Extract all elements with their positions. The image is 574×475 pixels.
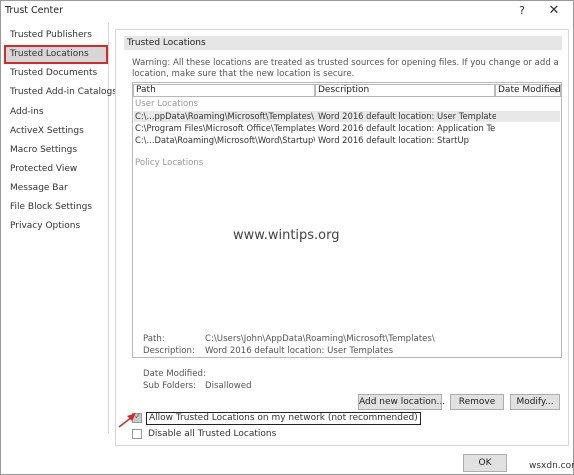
column-header-description[interactable]: Description: [315, 84, 495, 97]
column-header-path-label: Path: [136, 85, 156, 95]
column-header-path[interactable]: Path: [133, 84, 315, 97]
locations-table: Path Description Date Modified ▾ User Lo…: [132, 82, 562, 358]
warning-text: Warning: All these locations are treated…: [132, 58, 559, 79]
chevron-down-icon: ▾: [553, 86, 558, 95]
help-button[interactable]: ?: [514, 3, 530, 19]
site-watermark: wsxdn.com: [529, 461, 574, 471]
sidebar-item-add-ins[interactable]: Add-ins: [4, 103, 108, 122]
window-title: Trust Center: [5, 5, 64, 16]
detail-path-label: Path:: [143, 334, 165, 344]
sidebar-item-trusted-locations[interactable]: Trusted Locations: [4, 45, 108, 64]
sidebar-item-activex-settings[interactable]: ActiveX Settings: [4, 122, 108, 141]
column-header-description-label: Description: [318, 85, 370, 95]
detail-path-value: C:\Users\John\AppData\Roaming\Microsoft\…: [205, 334, 435, 344]
detail-description-value: Word 2016 default location: User Templat…: [205, 346, 394, 356]
row-path: C:\...ppData\Roaming\Microsoft\Templates…: [135, 111, 314, 121]
remove-button[interactable]: Remove: [450, 394, 504, 410]
sidebar-nav: Trusted Publishers Trusted Locations Tru…: [1, 23, 117, 433]
sidebar-item-trusted-documents[interactable]: Trusted Documents: [4, 64, 108, 83]
allow-network-option[interactable]: Allow Trusted Locations on my network (n…: [132, 411, 421, 425]
ok-button[interactable]: OK: [463, 454, 507, 472]
trust-center-window: Trust Center ? ✕ Trusted Publishers Trus…: [0, 0, 574, 475]
detail-subfolders-value: Disallowed: [205, 381, 252, 391]
column-header-date-label: Date Modified: [498, 85, 561, 95]
table-row[interactable]: C:\Program Files\Microsoft Office\Templa…: [134, 123, 560, 134]
column-header-date-modified[interactable]: Date Modified ▾: [495, 84, 561, 97]
modify-button[interactable]: Modify...: [510, 394, 560, 410]
trusted-locations-panel: Trusted Locations Warning: All these loc…: [115, 29, 569, 446]
detail-date-label: Date Modified:: [143, 369, 206, 379]
red-arrow-icon: [118, 413, 136, 428]
sidebar-item-protected-view[interactable]: Protected View: [4, 160, 108, 179]
table-row[interactable]: C:\...ppData\Roaming\Microsoft\Templates…: [134, 111, 560, 122]
watermark-text: www.wintips.org: [233, 228, 340, 243]
row-description: Word 2016 default location: User Templat…: [318, 111, 496, 121]
sidebar-item-privacy-options[interactable]: Privacy Options: [4, 217, 108, 236]
disable-all-checkbox[interactable]: [132, 429, 142, 439]
row-description: Word 2016 default location: StartUp: [318, 135, 469, 145]
detail-subfolders-label: Sub Folders:: [143, 381, 197, 391]
group-label-user-locations: User Locations: [135, 99, 199, 109]
add-new-location-button[interactable]: Add new location...: [358, 394, 445, 410]
allow-network-label[interactable]: Allow Trusted Locations on my network (n…: [146, 412, 421, 425]
sidebar-item-file-block-settings[interactable]: File Block Settings: [4, 198, 108, 217]
title-bar: Trust Center ? ✕: [1, 1, 573, 21]
table-row[interactable]: C:\...Data\Roaming\Microsoft\Word\Startu…: [134, 135, 560, 146]
detail-description-label: Description:: [143, 346, 195, 356]
row-description: Word 2016 default location: Application …: [318, 123, 496, 133]
sidebar-item-macro-settings[interactable]: Macro Settings: [4, 141, 108, 160]
sidebar-item-trusted-publishers[interactable]: Trusted Publishers: [4, 26, 108, 45]
sidebar-item-message-bar[interactable]: Message Bar: [4, 179, 108, 198]
group-label-policy-locations: Policy Locations: [135, 158, 204, 168]
disable-all-label[interactable]: Disable all Trusted Locations: [146, 428, 278, 441]
close-icon[interactable]: ✕: [544, 2, 564, 20]
row-path: C:\...Data\Roaming\Microsoft\Word\Startu…: [135, 135, 315, 145]
row-path: C:\Program Files\Microsoft Office\Templa…: [135, 123, 315, 133]
section-title: Trusted Locations: [124, 36, 562, 50]
disable-all-option[interactable]: Disable all Trusted Locations: [132, 428, 332, 441]
sidebar-item-trusted-add-in-catalogs[interactable]: Trusted Add-in Catalogs: [4, 83, 117, 102]
